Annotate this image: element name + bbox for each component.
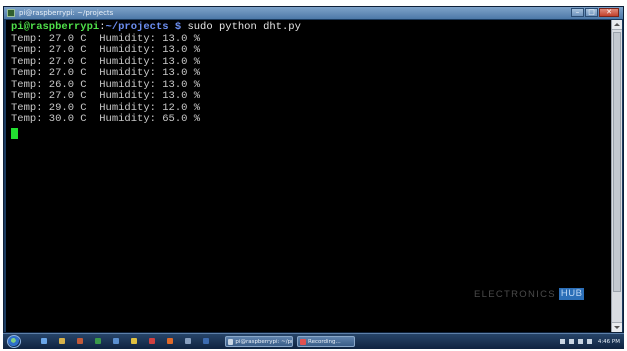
excel-icon[interactable] (95, 338, 101, 344)
start-button[interactable] (7, 335, 21, 348)
record-icon (300, 338, 306, 345)
media-player-icon[interactable] (77, 338, 83, 344)
app-icon[interactable] (131, 338, 137, 344)
taskbar: pi@raspberrypi: ~/pr... Recording... 4:4… (3, 333, 624, 349)
tool-icon[interactable] (185, 338, 191, 344)
prompt-path: ~/projects (105, 21, 169, 33)
signal-icon[interactable] (577, 339, 583, 344)
output-line: Temp: 27.0 C Humidity: 13.0 % (11, 67, 201, 79)
watermark-box: HUB (558, 288, 585, 300)
word-icon[interactable] (113, 338, 119, 344)
putty-icon[interactable] (203, 338, 209, 344)
prompt-command: sudo python dht.py (181, 21, 301, 33)
ie-icon[interactable] (41, 338, 47, 344)
network-icon[interactable] (568, 339, 574, 344)
window-titlebar[interactable]: pi@raspberrypi: ~/projects – □ ✕ (4, 7, 623, 19)
terminal-icon (228, 338, 234, 345)
prompt-line: pi@raspberrypi:~/projects $ sudo python … (11, 21, 613, 34)
watermark-text: ELECTRONICS (474, 288, 556, 300)
terminal-cursor (11, 127, 18, 139)
browser-icon[interactable] (167, 338, 173, 344)
window-title: pi@raspberrypi: ~/projects (19, 9, 114, 17)
close-button[interactable]: ✕ (599, 8, 619, 17)
clock[interactable]: 4:46 PM (598, 339, 620, 345)
scroll-down-arrow-icon[interactable] (612, 322, 622, 332)
prompt-user-host: pi@raspberrypi (11, 21, 100, 33)
output-line: Temp: 27.0 C Humidity: 13.0 % (11, 90, 201, 102)
terminal-output[interactable]: pi@raspberrypi:~/projects $ sudo python … (6, 20, 613, 332)
taskbar-button-label: Recording... (308, 338, 341, 345)
electronics-hub-watermark: ELECTRONICS HUB (474, 288, 585, 300)
scroll-thumb[interactable] (613, 32, 621, 292)
minimize-button[interactable]: – (571, 8, 584, 17)
cursor-line (11, 126, 613, 139)
scroll-up-arrow-icon[interactable] (612, 20, 622, 30)
terminal-app-icon (7, 9, 15, 17)
system-tray: 4:46 PM (556, 334, 620, 349)
taskbar-button-terminal[interactable]: pi@raspberrypi: ~/pr... (225, 336, 293, 347)
close-icon: ✕ (606, 8, 612, 16)
tray-arrow-icon[interactable] (559, 339, 565, 344)
taskbar-button-label: pi@raspberrypi: ~/pr... (235, 338, 292, 345)
minimize-icon: – (575, 8, 580, 16)
output-line: Temp: 30.0 C Humidity: 65.0 % (11, 113, 201, 125)
vertical-scrollbar[interactable] (611, 20, 622, 332)
powerpoint-icon[interactable] (149, 338, 155, 344)
prompt-dollar: $ (168, 21, 182, 33)
maximize-button[interactable]: □ (585, 8, 598, 17)
maximize-icon: □ (588, 8, 595, 16)
folder-icon[interactable] (59, 338, 65, 344)
output-line: Temp: 27.0 C Humidity: 13.0 % (11, 44, 201, 56)
screen: pi@raspberrypi: ~/projects – □ ✕ pi@rasp… (0, 0, 627, 351)
taskbar-button-recording[interactable]: Recording... (297, 336, 355, 347)
volume-icon[interactable] (586, 339, 592, 344)
terminal-window: pi@raspberrypi: ~/projects – □ ✕ pi@rasp… (3, 6, 624, 333)
window-controls: – □ ✕ (570, 8, 619, 17)
